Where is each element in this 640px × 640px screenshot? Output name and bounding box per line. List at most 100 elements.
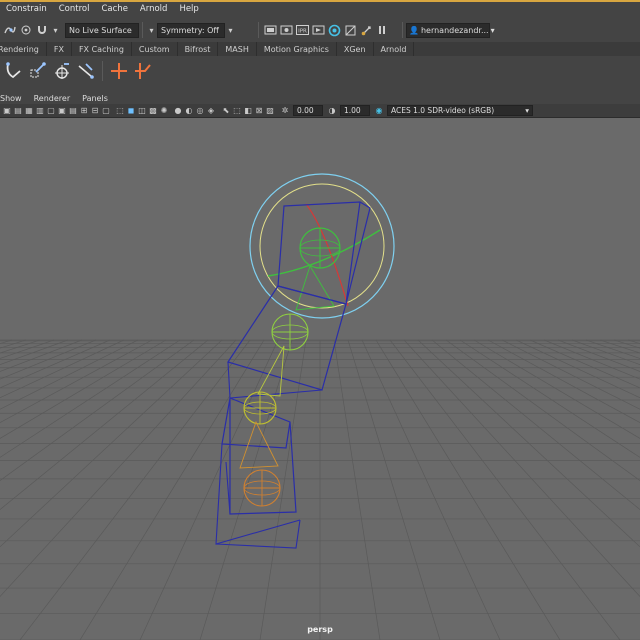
xray-icon[interactable]: ◈ (206, 105, 216, 116)
grid-line (431, 339, 640, 511)
menu-show[interactable]: Show (0, 94, 28, 103)
snap-to-curve-icon[interactable] (2, 22, 18, 38)
bookmark-icon[interactable]: ▤ (13, 105, 23, 116)
grid-line (19, 339, 251, 640)
ik-tool-orange-icon[interactable] (131, 59, 155, 83)
user-account-dropdown[interactable]: 👤 hernandezandr... ▾ (406, 22, 495, 38)
multisample-icon[interactable]: ▨ (265, 105, 275, 116)
xray-joints-icon[interactable]: ⬚ (232, 105, 242, 116)
xray-active-icon[interactable]: ◧ (243, 105, 253, 116)
ik-handle-tool-icon[interactable] (2, 59, 26, 83)
menu-arnold[interactable]: Arnold (134, 4, 174, 14)
chevron-down-icon[interactable]: ▾ (225, 23, 236, 37)
camera-label: persp (307, 625, 333, 634)
lights-icon[interactable]: ✺ (159, 105, 169, 116)
image-plane-icon[interactable]: ▦ (24, 105, 34, 116)
grid-line (515, 339, 640, 399)
grid-line (0, 339, 237, 598)
tab-mash[interactable]: MASH (218, 42, 257, 56)
grid-line (0, 339, 69, 366)
field-chart-icon[interactable]: ⊞ (79, 105, 89, 116)
gate-mask-icon[interactable]: ▤ (68, 105, 78, 116)
ik-spline-handle-tool-icon[interactable] (26, 59, 50, 83)
textured-icon[interactable]: ▩ (148, 105, 158, 116)
mirror-joint-tool-icon[interactable] (74, 59, 98, 83)
divider (402, 22, 403, 38)
secondary-control-circle[interactable] (259, 183, 385, 309)
menu-constrain[interactable]: Constrain (0, 4, 53, 14)
menu-bar: Constrain Control Cache Arnold Help (0, 0, 640, 16)
wireframe-icon[interactable]: ⬚ (115, 105, 125, 116)
grease-pencil-icon[interactable]: ⊠ (254, 105, 264, 116)
status-line: ▾ No Live Surface ▾ Symmetry: Off ▾ IPR … (0, 18, 640, 42)
grid-line (79, 339, 265, 640)
wireframe-on-shaded-icon[interactable]: ◫ (137, 105, 147, 116)
menu-help[interactable]: Help (173, 4, 204, 14)
menu-control[interactable]: Control (53, 4, 96, 14)
render-frame-icon[interactable] (262, 22, 278, 38)
ambient-occlusion-icon[interactable]: ◐ (184, 105, 194, 116)
chevron-down-icon[interactable]: ▾ (146, 23, 157, 37)
ipr-icon[interactable]: IPR (294, 22, 310, 38)
isolate-select-icon[interactable]: ◎ (195, 105, 205, 116)
live-surface-field[interactable]: No Live Surface (65, 22, 139, 38)
grid-line (403, 339, 640, 598)
tab-xgen[interactable]: XGen (337, 42, 374, 56)
grid-line (445, 339, 640, 482)
pause-icon[interactable] (374, 22, 390, 38)
film-gate-icon[interactable]: ▢ (46, 105, 56, 116)
smooth-shade-icon[interactable]: ◼ (126, 105, 136, 116)
resolution-gate-icon[interactable]: ▣ (57, 105, 67, 116)
tab-bifrost[interactable]: Bifrost (178, 42, 219, 56)
safe-title-icon[interactable]: ▢ (101, 105, 111, 116)
divider (142, 22, 143, 38)
grid-line (333, 339, 381, 640)
gamma-field[interactable]: 1.00 (340, 105, 370, 116)
ipr-render-icon[interactable] (310, 22, 326, 38)
grid-line (347, 339, 441, 640)
grid-line (0, 339, 27, 349)
joint-tool-icon[interactable] (107, 59, 131, 83)
menu-panels[interactable]: Panels (76, 94, 114, 103)
render-settings-icon[interactable] (358, 22, 374, 38)
tab-arnold[interactable]: Arnold (374, 42, 415, 56)
menu-cache[interactable]: Cache (95, 4, 133, 14)
view-transform-dropdown[interactable]: ACES 1.0 SDR-video (sRGB) ▾ (387, 105, 533, 116)
color-management-icon[interactable]: ◉ (374, 105, 384, 116)
grid-line (571, 339, 640, 366)
mid-arm-proxy[interactable] (227, 285, 347, 391)
hypershade-icon[interactable] (342, 22, 358, 38)
grid-line (613, 339, 640, 349)
camera-attributes-icon[interactable]: ▣ (2, 105, 12, 116)
snap-to-point-icon[interactable] (18, 22, 34, 38)
exposure-icon[interactable]: ✲ (280, 105, 290, 116)
menu-renderer[interactable]: Renderer (28, 94, 77, 103)
grid-line (473, 339, 640, 439)
grid-line (0, 339, 167, 439)
red-control-curve[interactable] (305, 203, 349, 307)
grid-icon[interactable]: ▥ (35, 105, 45, 116)
tab-rendering[interactable]: Rendering (0, 42, 47, 56)
symmetry-field[interactable]: Symmetry: Off (157, 22, 225, 38)
view-transform-value: ACES 1.0 SDR-video (sRGB) (391, 106, 495, 115)
tab-fx[interactable]: FX (47, 42, 72, 56)
user-icon: 👤 (409, 25, 419, 35)
grid-line (389, 339, 621, 640)
grid-line (259, 339, 307, 640)
select-camera-icon[interactable]: ⬉ (221, 105, 231, 116)
shadows-icon[interactable]: ● (173, 105, 183, 116)
ground-grid (0, 339, 640, 640)
exposure-field[interactable]: 0.00 (293, 105, 323, 116)
tab-custom[interactable]: Custom (132, 42, 178, 56)
tab-fx-caching[interactable]: FX Caching (72, 42, 132, 56)
insert-joint-tool-icon[interactable] (50, 59, 74, 83)
magnet-icon[interactable] (34, 22, 50, 38)
viewport-persp[interactable] (0, 118, 640, 640)
chevron-down-icon[interactable]: ▾ (50, 23, 61, 37)
gamma-icon[interactable]: ◑ (327, 105, 337, 116)
tab-motion-graphics[interactable]: Motion Graphics (257, 42, 337, 56)
forearm-proxy[interactable] (221, 397, 297, 515)
render-view-icon[interactable] (278, 22, 294, 38)
safe-action-icon[interactable]: ⊟ (90, 105, 100, 116)
display-settings-icon[interactable] (326, 22, 342, 38)
